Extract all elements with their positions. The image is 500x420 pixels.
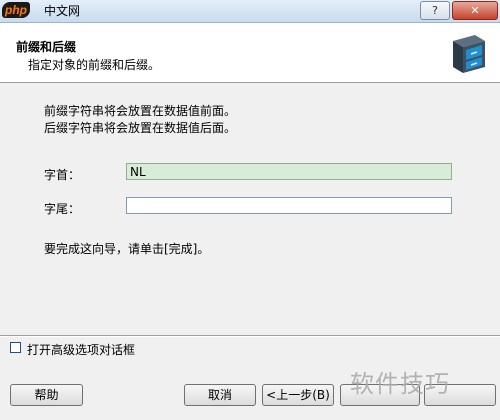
description-line-2: 后缀字符串将会放置在数据值后面。 (44, 121, 237, 135)
watermark-text: 软件技巧 (350, 370, 450, 398)
prefix-input[interactable] (126, 163, 452, 180)
title-bar: php 中文网 ? ✕ (0, 0, 500, 23)
window-title: 中文网 (44, 4, 81, 18)
page-title: 前缀和后缀 (16, 40, 77, 54)
cancel-button[interactable]: 取消 (184, 384, 256, 406)
advanced-options-label[interactable]: 打开高级选项对话框 (27, 341, 135, 358)
advanced-options-checkbox[interactable] (10, 342, 21, 353)
close-button[interactable]: ✕ (452, 1, 498, 20)
suffix-input[interactable] (126, 197, 452, 214)
title-help-button[interactable]: ? (420, 1, 450, 20)
finish-instruction: 要完成这向导，请单击[完成]。 (44, 242, 210, 256)
back-button[interactable]: <上一步(B) (262, 384, 334, 406)
help-button[interactable]: 帮助 (10, 384, 83, 406)
description-line-1: 前缀字符串将会放置在数据值前面。 (44, 104, 237, 118)
php-logo: php (2, 2, 30, 18)
page-subtitle: 指定对象的前缀和后缀。 (28, 58, 161, 72)
prefix-label: 字首： (44, 168, 81, 182)
file-cabinet-icon (453, 35, 485, 73)
footer-separator (0, 335, 500, 337)
wizard-header: 前缀和后缀 指定对象的前缀和后缀。 (0, 23, 500, 83)
suffix-label: 字尾： (44, 202, 81, 216)
